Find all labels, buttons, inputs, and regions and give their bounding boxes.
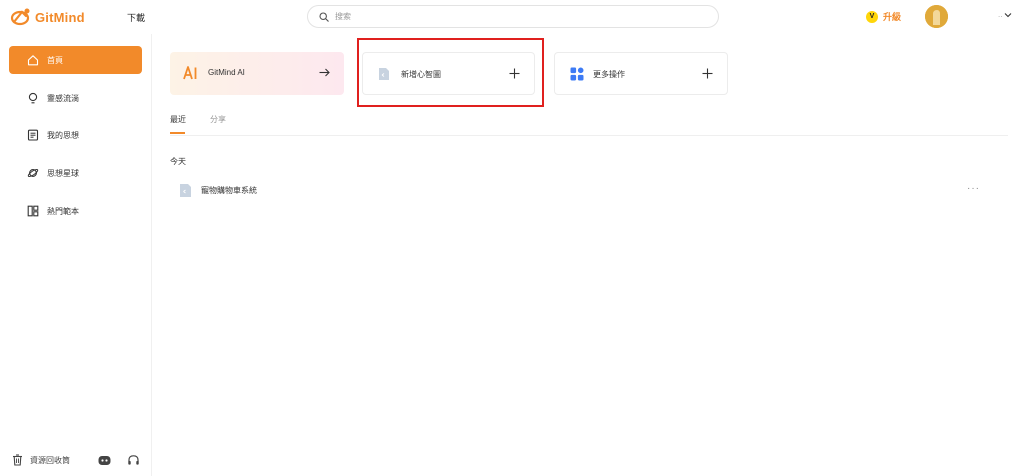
sidebar-footer: 資源回收筒 [0, 446, 152, 476]
lightbulb-icon [26, 92, 39, 105]
sidebar-item-my-thoughts[interactable]: 我的思想 [9, 121, 142, 149]
sidebar-item-label: 首頁 [47, 55, 63, 65]
download-link[interactable]: 下載 [127, 11, 145, 24]
card-title: 更多操作 [593, 70, 625, 79]
search-icon [319, 11, 329, 22]
ai-icon [183, 66, 197, 80]
search-bar[interactable] [307, 5, 719, 28]
upgrade-label: 升級 [883, 12, 902, 22]
recycle-bin-button[interactable]: 資源回收筒 [12, 454, 70, 466]
account-menu-dots: .. [998, 10, 1003, 19]
sidebar-item-label: 我的思想 [47, 130, 79, 140]
avatar[interactable] [925, 5, 948, 28]
recycle-bin-label: 資源回收筒 [30, 455, 70, 465]
new-mindmap-card[interactable]: 新增心智圖 [362, 52, 535, 95]
gitmind-logo-icon [10, 8, 30, 26]
brand-name: GitMind [35, 9, 85, 25]
top-bar: GitMind 下載 V 升級 .. [0, 0, 1024, 34]
main-content: GitMind AI 新增心智圖 更多操作 最近 分享 今天 寵物購物車系統 ·… [153, 34, 1024, 476]
document-icon [26, 129, 39, 142]
account-menu[interactable]: .. [998, 10, 1012, 19]
sidebar-item-home[interactable]: 首頁 [9, 46, 142, 74]
search-input[interactable] [335, 12, 695, 21]
vip-badge-icon: V [866, 10, 878, 23]
mindmap-file-icon [180, 183, 191, 197]
more-options-icon[interactable]: ··· [967, 183, 980, 194]
file-row[interactable]: 寵物購物車系統 ··· [170, 178, 980, 202]
card-title: 新增心智圖 [401, 70, 441, 79]
sidebar-item-label: 靈感流淌 [47, 93, 79, 103]
discord-icon[interactable] [98, 454, 111, 467]
trash-icon [13, 454, 22, 466]
mindmap-file-icon [379, 68, 389, 80]
gitmind-ai-card[interactable]: GitMind AI [170, 52, 344, 95]
content-tabs: 最近 分享 [170, 114, 1008, 136]
headset-icon[interactable] [127, 454, 140, 467]
active-tab-indicator [170, 132, 185, 134]
sidebar-item-thought-planet[interactable]: 思想星球 [9, 159, 142, 187]
plus-icon [702, 68, 713, 79]
section-title-today: 今天 [170, 157, 186, 166]
home-icon [26, 54, 39, 67]
tab-recent[interactable]: 最近 [170, 114, 186, 125]
grid-icon [570, 67, 584, 81]
chevron-down-icon [1005, 12, 1012, 17]
sidebar: 首頁 靈感流淌 我的思想 思想星球 熱門範本 資源回收筒 [0, 34, 152, 476]
sidebar-item-templates[interactable]: 熱門範本 [9, 197, 142, 225]
tab-shared[interactable]: 分享 [210, 114, 226, 125]
user-avatar-icon [925, 5, 948, 28]
file-name: 寵物購物車系統 [201, 185, 257, 195]
more-actions-card[interactable]: 更多操作 [554, 52, 728, 95]
upgrade-button[interactable]: V 升級 [866, 10, 901, 23]
sidebar-item-inspiration[interactable]: 靈感流淌 [9, 84, 142, 112]
sidebar-item-label: 思想星球 [47, 168, 79, 178]
template-icon [26, 205, 39, 218]
sidebar-item-label: 熱門範本 [47, 206, 79, 216]
gitmind-logo[interactable]: GitMind [10, 7, 85, 27]
plus-icon [509, 68, 520, 79]
planet-icon [26, 167, 39, 180]
arrow-right-icon [319, 68, 330, 77]
card-title: GitMind AI [208, 68, 245, 77]
